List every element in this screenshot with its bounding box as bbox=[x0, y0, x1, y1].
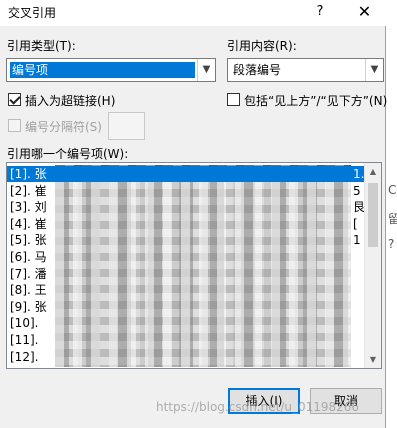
dialog-title: 交叉引用 bbox=[8, 6, 57, 20]
title-bar: 交叉引用 ? ✕ bbox=[0, 0, 386, 26]
background-char: C bbox=[388, 183, 397, 197]
list-item-number: [9]. 张 bbox=[10, 299, 47, 314]
ref-content-label: 引用内容(R): bbox=[227, 39, 297, 53]
list-item-number: [12]. bbox=[10, 349, 39, 364]
background-char: ? bbox=[388, 237, 395, 251]
list-item[interactable]: [8]. 王 bbox=[7, 282, 365, 298]
ref-type-dropdown[interactable]: 编号项 ▼ bbox=[6, 58, 216, 82]
ref-type-value: 编号项 bbox=[10, 62, 195, 78]
list-item[interactable]: [11]. bbox=[7, 332, 365, 348]
list-item[interactable]: [3]. 刘艮 bbox=[7, 199, 365, 215]
include-above-below-checkbox[interactable] bbox=[227, 93, 240, 106]
chevron-up-icon[interactable]: ▲ bbox=[365, 163, 381, 180]
separator-input[interactable] bbox=[108, 112, 145, 140]
ref-content-value: 段落编号 bbox=[233, 63, 282, 77]
chevron-down-icon[interactable]: ▼ bbox=[365, 351, 381, 368]
ref-content-dropdown[interactable]: 段落编号 ▼ bbox=[227, 58, 384, 82]
list-item[interactable]: [1]. 张 1. bbox=[7, 166, 365, 182]
chevron-down-icon[interactable]: ▼ bbox=[197, 59, 215, 81]
list-item[interactable]: [10]. bbox=[7, 315, 365, 331]
chevron-down-icon[interactable]: ▼ bbox=[365, 59, 383, 81]
list-item-tail: 1. bbox=[353, 167, 365, 181]
list-item-tail: [ bbox=[353, 216, 358, 231]
cross-reference-dialog: 交叉引用 ? ✕ 引用类型(T): 编号项 ▼ 引用内容(R): 段落编号 ▼ … bbox=[0, 0, 387, 428]
insert-hyperlink-checkbox[interactable] bbox=[8, 93, 21, 106]
list-item[interactable]: [5]. 张 1 bbox=[7, 232, 365, 248]
list-item[interactable]: [6]. 马 bbox=[7, 249, 365, 265]
list-item-number: [10]. bbox=[10, 316, 39, 331]
list-item[interactable]: [9]. 张 bbox=[7, 299, 365, 315]
ref-type-label: 引用类型(T): bbox=[7, 39, 76, 53]
list-scrollbar[interactable]: ▲ ▼ bbox=[364, 163, 381, 368]
separator-label: 编号分隔符(S) bbox=[25, 120, 102, 134]
list-label: 引用哪一个编号项(W): bbox=[7, 147, 129, 161]
list-item-tail: 1 bbox=[353, 233, 361, 248]
list-item-number: [11]. bbox=[10, 333, 39, 347]
background-char: 留 bbox=[388, 212, 397, 226]
numbered-items-list[interactable]: [1]. 张 1. [2]. 崔 5 [3]. 刘艮 [4]. 崔 [ [5]. 张 1 [6].… bbox=[6, 162, 382, 369]
watermark: https://blog.csdn.net/u_01198266 bbox=[156, 400, 360, 414]
insert-hyperlink-label[interactable]: 插入为超链接(H) bbox=[25, 92, 115, 109]
list-item-number: [8]. 王 bbox=[10, 283, 47, 298]
help-button[interactable]: ? bbox=[306, 0, 334, 26]
list-item-number: [2]. 崔 bbox=[10, 183, 47, 198]
list-item-number: [3]. 刘 bbox=[10, 200, 47, 215]
list-item-number: [7]. 潘 bbox=[10, 266, 47, 281]
close-button[interactable]: ✕ bbox=[343, 0, 386, 26]
list-item[interactable]: [4]. 崔 [ bbox=[7, 216, 365, 232]
list-item[interactable]: [12]. bbox=[7, 349, 365, 365]
separator-checkbox[interactable] bbox=[8, 119, 21, 132]
list-item-tail: 5 bbox=[353, 183, 361, 198]
list-item-number: [5]. 张 bbox=[10, 233, 47, 248]
list-item[interactable]: [7]. 潘 bbox=[7, 266, 365, 282]
scroll-thumb[interactable] bbox=[368, 183, 378, 247]
list-item-number: [1]. 张 bbox=[10, 167, 47, 181]
list-item-number: [4]. 崔 bbox=[10, 216, 47, 231]
list-item[interactable]: [2]. 崔 5 bbox=[7, 183, 365, 199]
include-above-below-label[interactable]: 包括“见上方”/“见下方”(N) bbox=[244, 92, 387, 109]
list-item-number: [6]. 马 bbox=[10, 250, 47, 264]
